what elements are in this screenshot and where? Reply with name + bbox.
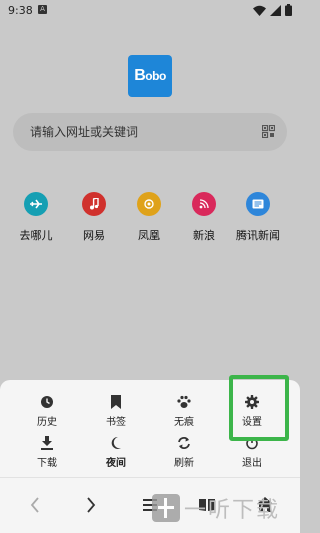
clock-icon <box>41 396 53 408</box>
moon-icon <box>111 436 121 449</box>
search-input[interactable] <box>30 113 250 151</box>
menu-item-refresh[interactable]: 刷新 <box>154 436 214 469</box>
quick-link-qunar[interactable]: 去哪儿 <box>10 192 62 243</box>
download-icon <box>41 436 53 450</box>
quick-link-sina[interactable]: 新浪 <box>178 192 230 243</box>
menu-item-history[interactable]: 历史 <box>17 395 77 428</box>
app-logo: Bobo <box>128 55 172 97</box>
music-icon <box>82 192 106 216</box>
news-icon <box>246 192 270 216</box>
quick-link-label: 凤凰 <box>138 229 160 242</box>
menu-item-label: 设置 <box>242 417 262 428</box>
bookmark-icon <box>111 395 121 409</box>
quick-link-ifeng[interactable]: 凤凰 <box>123 192 175 243</box>
forward-icon[interactable] <box>86 497 96 513</box>
menu-item-label: 书签 <box>106 417 126 428</box>
search-bar[interactable] <box>13 113 287 151</box>
menu-item-label: 无痕 <box>174 417 194 428</box>
system-icons <box>253 4 292 16</box>
status-bar: 9:38 A <box>0 0 300 22</box>
signal-icon <box>270 4 281 16</box>
power-icon <box>246 437 258 450</box>
quick-link-label: 去哪儿 <box>19 229 53 242</box>
quick-link-label: 新浪 <box>193 229 215 242</box>
quick-link-netease[interactable]: 网易 <box>68 192 120 243</box>
logo-letter: B <box>134 67 146 84</box>
menu-item-download[interactable]: 下载 <box>17 436 77 469</box>
notification-icon: A <box>38 5 47 14</box>
wifi-icon <box>253 5 266 16</box>
back-icon[interactable] <box>30 497 40 513</box>
menu-item-label: 夜间 <box>106 458 126 469</box>
rss-icon <box>192 192 216 216</box>
logo-text: obo <box>145 69 166 83</box>
watermark-logo <box>152 494 180 522</box>
quick-link-tencent-news[interactable]: 腾讯新闻 <box>232 192 284 243</box>
quick-link-label: 腾讯新闻 <box>236 229 280 242</box>
refresh-icon <box>178 437 190 449</box>
menu-item-label: 退出 <box>242 458 262 469</box>
menu-item-bookmarks[interactable]: 书签 <box>86 395 146 428</box>
airplane-icon <box>24 192 48 216</box>
scan-icon[interactable] <box>262 125 275 138</box>
watermark: 一听下载 <box>152 488 300 528</box>
menu-item-label: 下载 <box>37 458 57 469</box>
menu-item-label: 历史 <box>37 417 57 428</box>
gear-icon <box>245 395 259 409</box>
battery-icon <box>285 4 292 16</box>
quick-link-label: 网易 <box>83 229 105 242</box>
menu-item-incognito[interactable]: 无痕 <box>154 395 214 428</box>
phoenix-icon <box>137 192 161 216</box>
menu-item-exit[interactable]: 退出 <box>222 436 282 469</box>
sheet-divider <box>0 477 300 478</box>
status-time: 9:38 <box>8 4 33 17</box>
paw-icon <box>177 395 191 408</box>
watermark-text: 一听下载 <box>184 498 281 523</box>
menu-item-night-mode[interactable]: 夜间 <box>86 436 146 469</box>
menu-item-settings[interactable]: 设置 <box>222 395 282 428</box>
menu-item-label: 刷新 <box>174 458 194 469</box>
